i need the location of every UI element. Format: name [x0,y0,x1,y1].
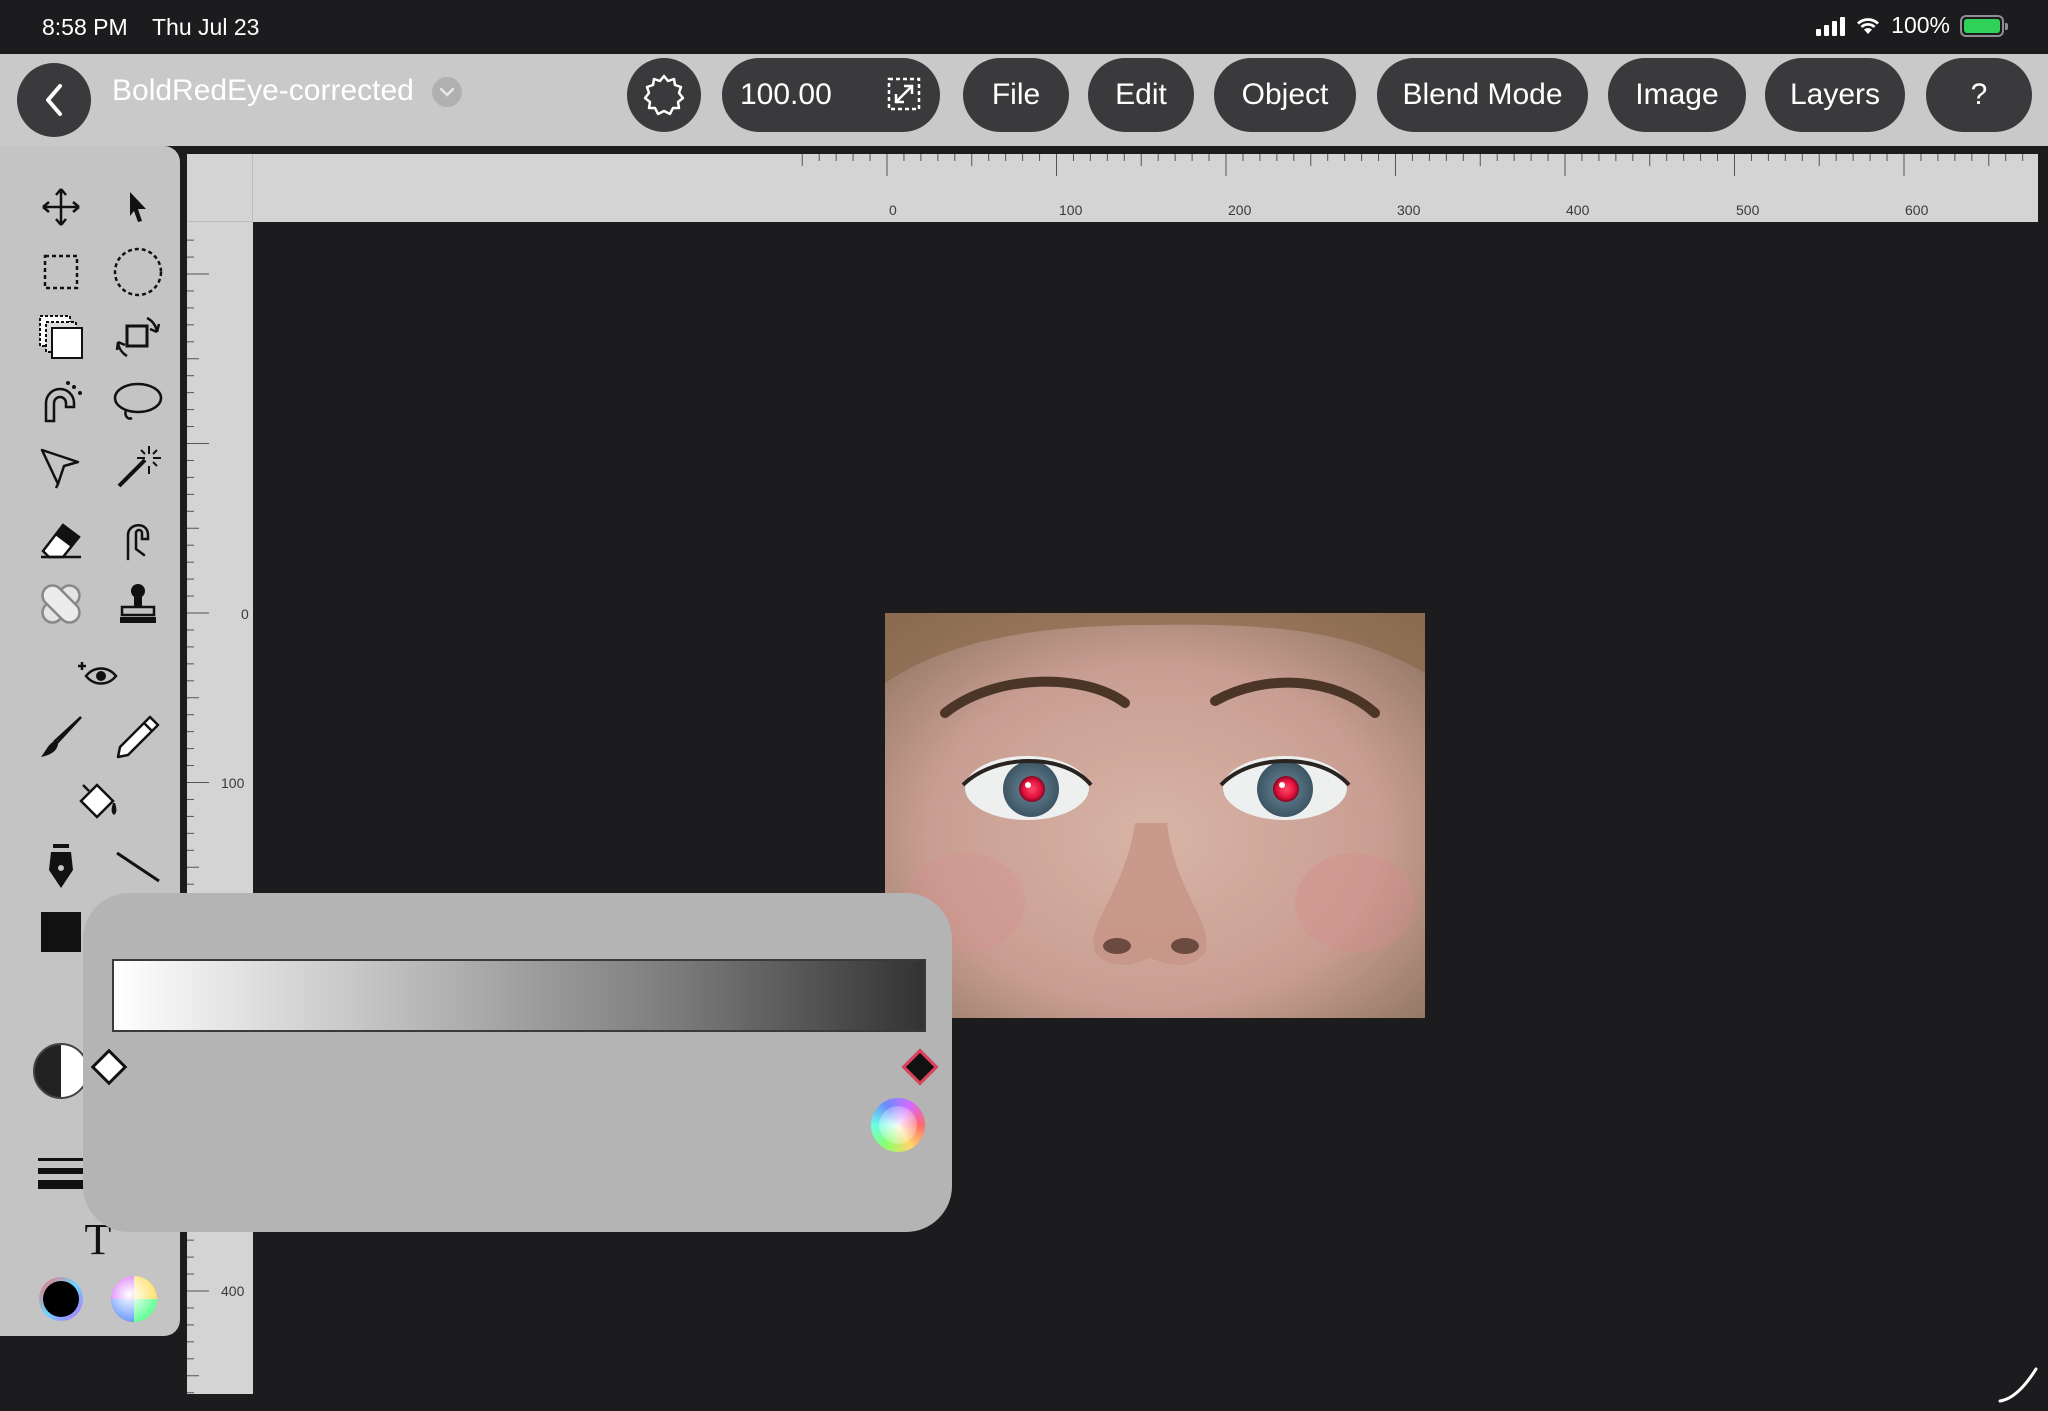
square-shape-icon [41,912,81,952]
ruler-label: 200 [1228,202,1252,218]
ruler-label: 300 [1397,202,1421,218]
chevron-left-icon [46,84,62,116]
line-weight-button[interactable] [33,1146,89,1202]
menu-layers[interactable]: Layers [1765,58,1905,132]
gradient-stop-start[interactable] [90,1048,128,1086]
rotate-transform-icon [115,316,161,358]
cursor-arrow-icon [130,192,146,222]
status-time: 8:58 PM [42,14,128,40]
magnetic-lasso-button[interactable] [33,374,89,430]
document-menu-button[interactable] [432,77,462,107]
menu-object[interactable]: Object [1214,58,1356,132]
zoom-field[interactable]: 100.00 [722,58,940,132]
cellular-signal-icon [1816,16,1846,36]
horizontal-ruler-ticks [801,154,2024,176]
healing-button[interactable] [33,576,89,632]
polygon-lasso-icon [40,448,80,489]
brush-button[interactable] [33,709,89,765]
magnet-icon [44,381,82,423]
chevron-down-icon [439,87,455,97]
fill-bucket-button[interactable] [70,774,126,830]
eraser-icon [41,523,81,559]
ruler-label: 400 [1566,202,1590,218]
line-icon [116,851,160,883]
document-title[interactable]: BoldRedEye-corrected [112,74,414,108]
magic-wand-button[interactable] [110,439,166,495]
pen-button[interactable] [33,839,89,895]
stamp-icon [120,584,156,623]
layer-select-button[interactable] [33,309,89,365]
clone-stamp-button[interactable] [110,576,166,632]
gradient-preview-bar[interactable] [112,959,926,1032]
eraser-button[interactable] [33,511,89,567]
red-eye-button[interactable] [70,646,126,702]
gear-icon [643,74,685,116]
menu-edit[interactable]: Edit [1088,58,1194,132]
polygon-lasso-button[interactable] [33,439,89,495]
ruler-label: 500 [1736,202,1760,218]
fit-to-screen-icon[interactable] [886,76,922,112]
bandage-icon [41,584,81,624]
menu-image[interactable]: Image [1608,58,1746,132]
face-photo [885,613,1425,1018]
pencil-icon [116,715,160,759]
lasso-button[interactable] [110,374,166,430]
brush-icon [41,716,82,757]
ruler-label: 0 [241,606,249,622]
color-picker-button[interactable] [106,1271,162,1327]
ellipse-marquee-icon [113,247,163,297]
zoom-value: 100.00 [740,78,832,111]
gradient-color-picker-button[interactable] [871,1098,925,1152]
settings-button[interactable] [627,58,701,132]
pencil-stroke-icon [1998,1367,2038,1403]
help-button[interactable]: ? [1926,58,2032,132]
red-eye-icon [78,662,118,685]
battery-icon [1960,14,2008,37]
top-toolbar: BoldRedEye-corrected 100.00 File Edit Ob… [0,54,2048,146]
status-indicators: 100% [1816,12,2008,39]
wifi-icon [1857,17,1880,34]
move-arrows-icon [42,188,80,226]
foreground-color-swatch[interactable] [33,1271,89,1327]
horizontal-ruler[interactable]: 0 100 200 300 400 500 600 [187,154,2038,222]
color-swatch-icon [39,1277,83,1321]
paint-bucket-icon [79,783,117,819]
ellipse-marquee-button[interactable] [110,244,166,300]
fountain-pen-icon [49,844,73,888]
pencil-button[interactable] [110,709,166,765]
move-tool-button[interactable] [33,179,89,235]
ruler-label: 100 [1059,202,1083,218]
gradient-editor-popup [83,893,952,1232]
layers-select-icon [39,315,83,359]
ruler-label: 100 [221,775,245,791]
canvas-image[interactable] [885,613,1425,1018]
rect-marquee-button[interactable] [33,244,89,300]
rect-marquee-icon [43,254,79,290]
lasso-icon [113,382,163,420]
shape-button[interactable] [33,904,89,960]
line-weight-icon [38,1158,84,1189]
menu-file[interactable]: File [963,58,1069,132]
status-date: Thu Jul 23 [152,14,260,40]
transform-button[interactable] [110,309,166,365]
ruler-label: 0 [889,202,897,218]
line-button[interactable] [110,839,166,895]
ruler-corner [187,154,253,222]
ruler-label: 600 [1905,202,1929,218]
menu-blend-mode[interactable]: Blend Mode [1377,58,1588,132]
status-bar: 8:58 PM Thu Jul 23 100% [0,0,2048,54]
gradient-stop-end[interactable] [901,1048,939,1086]
ruler-label: 400 [221,1283,245,1299]
magic-wand-icon [117,446,161,488]
half-circle-icon [33,1043,89,1099]
select-arrow-button[interactable] [110,179,166,235]
color-wheel-icon [111,1276,157,1322]
back-button[interactable] [17,63,91,137]
smudge-finger-icon [126,524,150,561]
smudge-button[interactable] [110,511,166,567]
battery-percent: 100% [1891,12,1950,38]
